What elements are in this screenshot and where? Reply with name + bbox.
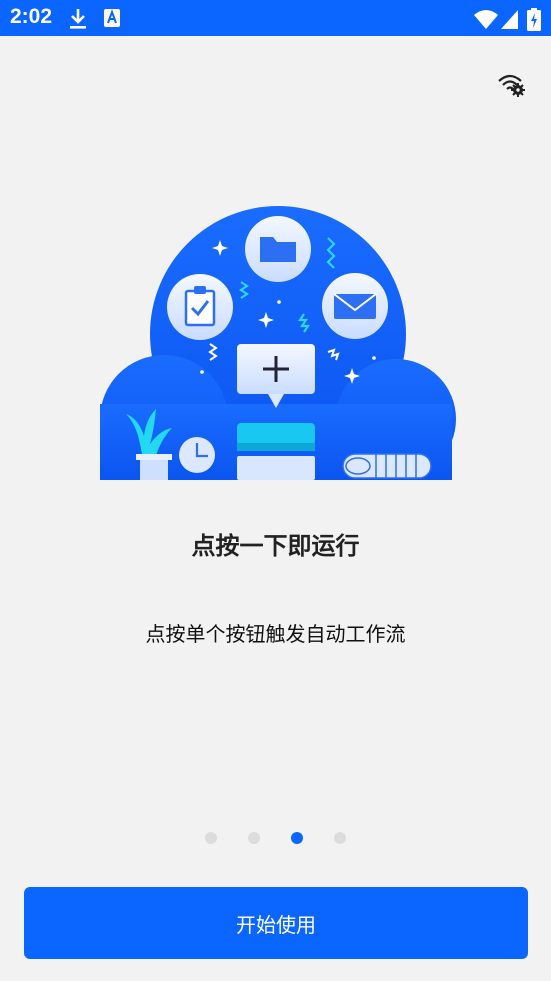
wifi-settings-icon[interactable] <box>496 70 526 98</box>
start-button[interactable]: 开始使用 <box>24 887 528 959</box>
download-icon <box>70 9 86 29</box>
start-button-label: 开始使用 <box>236 912 316 937</box>
page-dot-1[interactable] <box>205 832 217 844</box>
signal-icon <box>501 10 518 29</box>
page-indicator <box>0 832 551 846</box>
battery-charging-icon <box>527 8 541 31</box>
page-dot-3-active[interactable] <box>291 832 303 844</box>
page-dot-4[interactable] <box>334 832 346 844</box>
onboarding-description: 点按单个按钮触发自动工作流 <box>145 622 406 646</box>
hero-illustration <box>100 206 456 480</box>
font-app-icon <box>104 9 120 27</box>
status-time: 2:02 <box>10 5 53 28</box>
status-bar: 2:02 <box>0 0 551 36</box>
wifi-icon <box>474 10 498 29</box>
page-dot-2[interactable] <box>248 832 260 844</box>
onboarding-title: 点按一下即运行 <box>191 532 360 560</box>
